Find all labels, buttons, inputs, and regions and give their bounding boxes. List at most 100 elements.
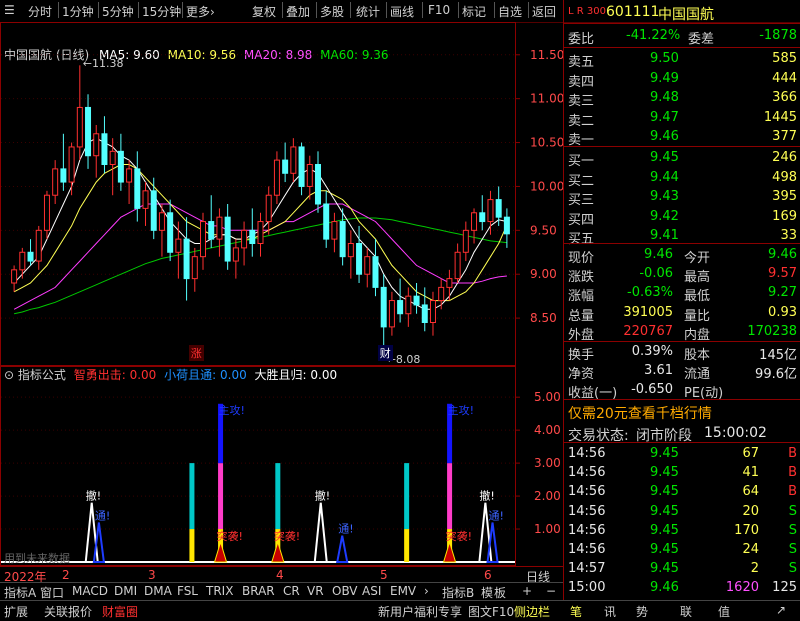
tab-15min[interactable]: 15分钟	[142, 3, 181, 20]
bid-price[interactable]: 9.45	[650, 150, 679, 165]
tick-side: B	[788, 484, 797, 500]
candle-body	[421, 304, 428, 324]
tab-template-2[interactable]: 板	[494, 584, 506, 601]
tab-macd[interactable]: MACD	[72, 584, 108, 598]
indicator-bar	[218, 463, 224, 530]
tab-obv[interactable]: OBV	[332, 584, 358, 598]
btn-duogu[interactable]: 多股	[320, 3, 344, 20]
trade-status-time: 15:00:02	[704, 425, 767, 441]
icon-news[interactable]: 讯	[604, 603, 616, 620]
bid-price[interactable]: 9.43	[650, 189, 679, 204]
icon-pen[interactable]: 笔	[570, 603, 582, 620]
ask-price[interactable]: 9.46	[650, 129, 679, 144]
btn-fuquan[interactable]: 复权	[252, 3, 276, 20]
bottom-bar: 扩展 关联报价 财富圈 新用户福利专享 图文F10 侧边栏 笔 讯 势 联 值 …	[0, 600, 800, 621]
ask-price[interactable]: 9.49	[650, 71, 679, 86]
icon-value[interactable]: 值	[718, 603, 730, 620]
promo-text[interactable]: 仅需20元查看千档行情	[568, 403, 712, 423]
event-badge-up[interactable]: 涨	[188, 345, 204, 361]
tab-more[interactable]: 更多›	[186, 3, 215, 20]
bid-price[interactable]: 9.42	[650, 209, 679, 224]
indicator-header: ⊙ 指标公式 智勇出击: 0.00 小荷且通: 0.00 大胜且归: 0.00	[4, 366, 337, 383]
btn-diejia[interactable]: 叠加	[286, 3, 310, 20]
candle-body	[175, 238, 182, 253]
indicator-tick-label: 5.00	[534, 390, 561, 404]
indicator-title[interactable]: 指标公式	[18, 368, 66, 382]
indicator-raid-label: 突袭!	[446, 529, 472, 543]
ask-price[interactable]: 9.47	[650, 110, 679, 125]
zoom-out-button[interactable]: −	[546, 584, 556, 598]
tab-dma[interactable]: DMA	[144, 584, 172, 598]
tab-timeshare[interactable]: 分时	[28, 3, 52, 20]
tab-cr[interactable]: CR	[283, 584, 300, 598]
stat-label: 总量	[568, 308, 595, 324]
tab-vr[interactable]: VR	[307, 584, 324, 598]
tab-more-arrow[interactable]: ›	[424, 584, 429, 598]
tab-indicator-b[interactable]: 指标B	[442, 584, 474, 601]
stat2-row: 净资 3.61 流通 99.6亿	[564, 361, 800, 382]
ask-volume: 366	[772, 90, 797, 105]
stat-label: 最高	[684, 270, 711, 286]
btn-wealth-circle[interactable]: 财富圈	[102, 603, 138, 620]
icon-trend[interactable]: 势	[636, 603, 648, 620]
btn-extend[interactable]: 扩展	[4, 603, 28, 620]
btn-biaoji[interactable]: 标记	[462, 3, 486, 20]
tab-trix[interactable]: TRIX	[206, 584, 233, 598]
bid-price[interactable]: 9.44	[650, 170, 679, 185]
tab-indicator-a[interactable]: 指标A	[4, 584, 36, 601]
tab-fsl[interactable]: FSL	[177, 584, 198, 598]
tab-1min[interactable]: 1分钟	[62, 3, 94, 20]
indicator-bar	[275, 463, 281, 530]
indicator-attack-label: 主攻!	[448, 403, 474, 417]
stock-name[interactable]: 中国国航	[658, 4, 714, 24]
btn-related-quotes[interactable]: 关联报价	[44, 603, 92, 620]
tick-price: 9.45	[650, 484, 679, 500]
indicator-blue-spike	[486, 522, 499, 563]
tab-brar[interactable]: BRAR	[242, 584, 275, 598]
btn-f10-graphic[interactable]: 图文F10	[468, 603, 514, 620]
chart-svg: 11.50 11.00 10.50 10.00 9.50 9.00 8.50 5.00 4.0…	[0, 22, 563, 566]
candle-body	[364, 256, 371, 275]
btn-zixuan[interactable]: 自选	[498, 3, 522, 20]
btn-new-user-benefit[interactable]: 新用户福利专享	[378, 603, 462, 620]
indicator-legend-c: 大胜且归: 0.00	[254, 368, 338, 382]
icon-link[interactable]: 联	[680, 603, 692, 620]
tab-dmi[interactable]: DMI	[114, 584, 137, 598]
candle-body	[224, 216, 231, 262]
event-badge-finance[interactable]: 财	[377, 345, 393, 361]
period-icon[interactable]: ☰	[4, 3, 15, 17]
candle-body	[150, 190, 157, 231]
candle-body	[117, 150, 124, 183]
candle-body	[495, 199, 502, 218]
stat-value: 9.57	[768, 266, 797, 282]
btn-sidebar[interactable]: 侧边栏	[514, 603, 550, 620]
tab-template-1[interactable]: 模	[481, 584, 493, 601]
price-tick-label: 11.50	[530, 48, 563, 62]
btn-huaxian[interactable]: 画线	[390, 3, 414, 20]
zoom-in-button[interactable]: +	[522, 584, 532, 598]
tab-asi[interactable]: ASI	[362, 584, 381, 598]
promo-row[interactable]: 仅需20元查看千档行情	[564, 401, 800, 422]
stat-row: 外盘 220767 内盘 170238	[564, 322, 800, 343]
icon-expand[interactable]: ↗	[776, 603, 786, 617]
tab-5min[interactable]: 5分钟	[102, 3, 134, 20]
ask-price[interactable]: 9.48	[650, 90, 679, 105]
tab-window[interactable]: 窗口	[40, 584, 64, 601]
candle-body	[142, 190, 149, 209]
bid-label: 买三	[568, 193, 595, 208]
bid-price[interactable]: 9.41	[650, 228, 679, 243]
indicator-raid-label: 突袭!	[274, 529, 300, 543]
tick-price: 9.45	[650, 503, 679, 519]
btn-back[interactable]: 返回	[532, 3, 556, 20]
btn-tongji[interactable]: 统计	[356, 3, 380, 20]
weicha-value: -1878	[759, 28, 797, 43]
candle-body	[27, 251, 34, 262]
ask-price[interactable]: 9.50	[650, 51, 679, 66]
candle-body	[93, 133, 100, 157]
btn-f10[interactable]: F10	[428, 3, 450, 17]
price-tick-label: 8.50	[530, 311, 557, 325]
candle-body	[191, 256, 198, 280]
indicator-menu-icon[interactable]: ⊙	[4, 368, 14, 382]
stock-code[interactable]: 601111	[606, 4, 659, 20]
tab-emv[interactable]: EMV	[390, 584, 416, 598]
